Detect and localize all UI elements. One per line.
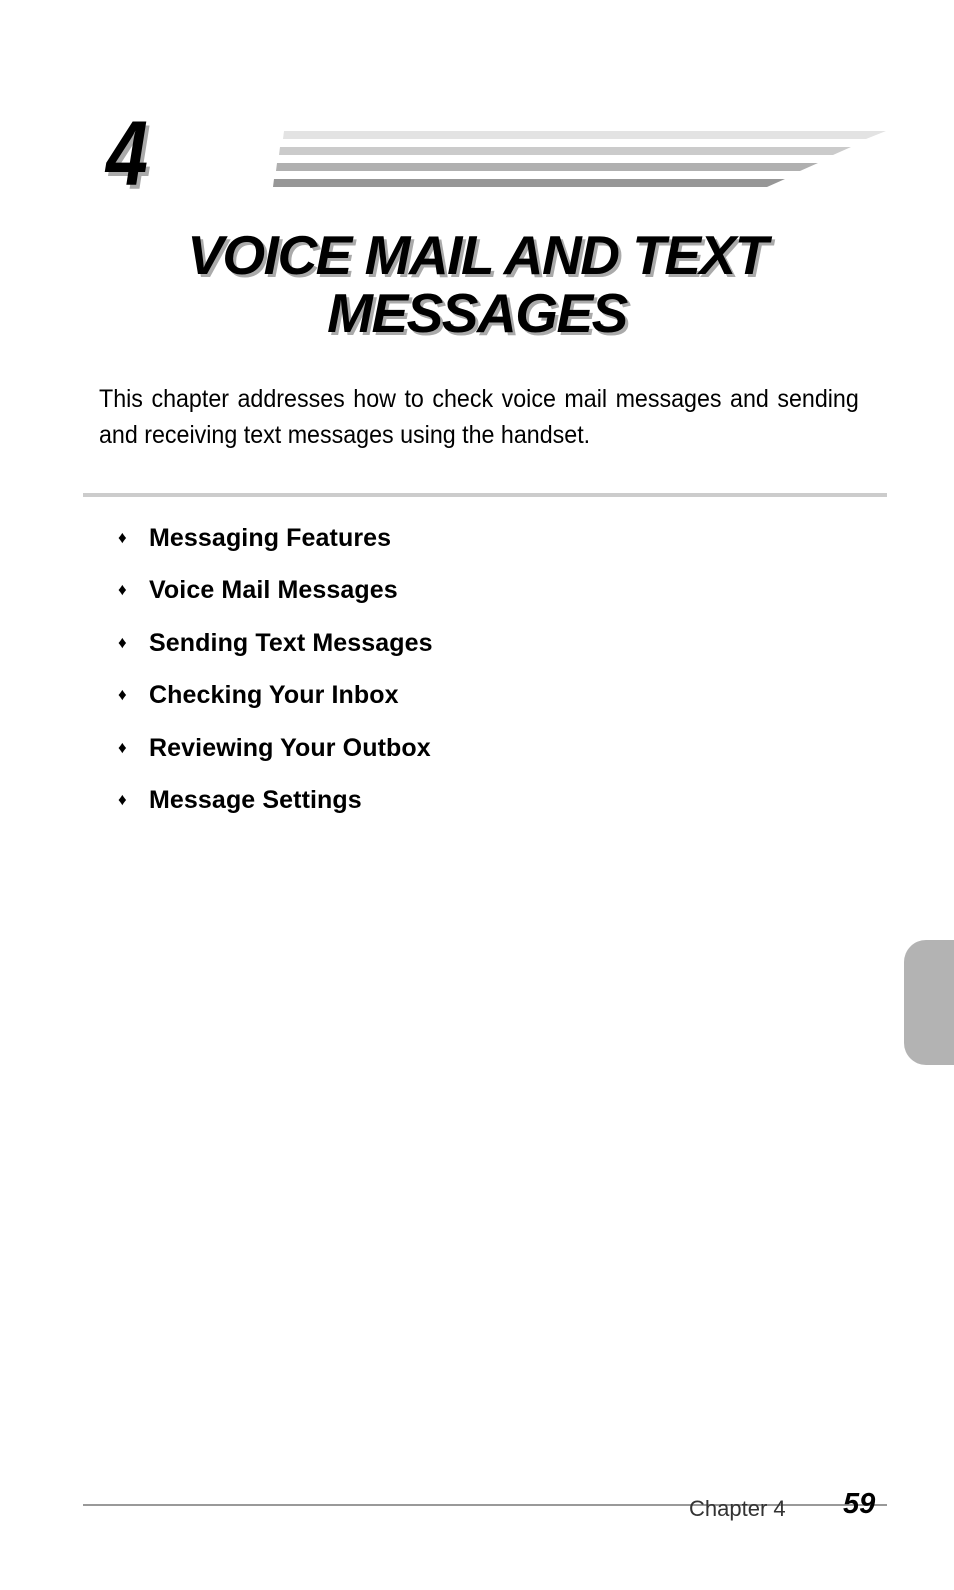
decorative-stripes [273, 131, 886, 187]
stripe-3 [276, 163, 818, 171]
diamond-bullet-icon: ♦ [118, 528, 127, 547]
topic-item[interactable]: ♦ Reviewing Your Outbox [118, 731, 433, 783]
topic-label: Sending Text Messages [149, 628, 433, 657]
page-number: 59 [843, 1488, 876, 1520]
section-divider [83, 493, 887, 497]
chapter-title: VOICE MAIL AND TEXT MESSAGES [0, 226, 954, 342]
topic-list: ♦ Messaging Features ♦ Voice Mail Messages… [118, 521, 433, 835]
topic-item[interactable]: ♦ Sending Text Messages [118, 626, 433, 678]
topic-label: Reviewing Your Outbox [149, 733, 431, 762]
chapter-side-tab [904, 940, 954, 1065]
topic-item[interactable]: ♦ Message Settings [118, 783, 433, 835]
topic-label: Voice Mail Messages [149, 576, 398, 605]
stripe-1 [283, 131, 886, 139]
topic-label: Message Settings [149, 785, 362, 814]
topic-label: Messaging Features [149, 524, 392, 552]
topic-item[interactable]: ♦ Checking Your Inbox [118, 678, 433, 730]
chapter-title-line-2: MESSAGES [327, 282, 628, 344]
chapter-intro: This chapter addresses how to check voic… [99, 385, 859, 449]
diamond-bullet-icon: ♦ [118, 685, 127, 705]
topic-item[interactable]: ♦ Voice Mail Messages [118, 573, 433, 625]
stripe-4 [273, 179, 785, 187]
footer-chapter-label: Chapter 4 [689, 1496, 786, 1521]
diamond-bullet-icon: ♦ [118, 789, 127, 809]
topic-label: Checking Your Inbox [149, 681, 399, 710]
topic-item[interactable]: ♦ Messaging Features [118, 521, 433, 573]
chapter-title-line-1: VOICE MAIL AND TEXT [187, 224, 768, 286]
diamond-bullet-icon: ♦ [118, 632, 127, 652]
diamond-bullet-icon: ♦ [118, 580, 127, 600]
diamond-bullet-icon: ♦ [118, 737, 127, 757]
stripe-2 [279, 147, 851, 155]
